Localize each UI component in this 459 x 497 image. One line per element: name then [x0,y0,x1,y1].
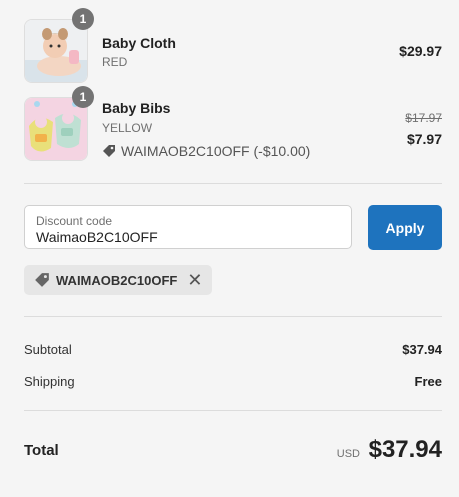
product-name: Baby Bibs [102,100,171,116]
discount-code-input[interactable]: WaimaoB2C10OFF [36,229,158,245]
total-label: Total [24,442,59,459]
shipping-label: Shipping [24,374,75,389]
applied-discount-chip: WAIMAOB2C10OFF ✕ [24,265,213,295]
subtotal-value: $37.94 [402,342,442,357]
product-variant: YELLOW [102,121,153,135]
discount-code-field[interactable]: Discount code WaimaoB2C10OFF [24,205,352,249]
quantity-badge: 1 [72,8,94,30]
total-amount: $37.94 [368,436,442,463]
product-name: Baby Cloth [102,35,176,51]
divider [24,316,442,317]
product-price: $7.97 [406,131,442,147]
line-item: 1 Baby Bibs YELLOW WAIMAOB2C10OFF (-$10.… [24,86,442,161]
tag-icon [35,273,49,287]
quantity-badge: 1 [72,86,94,108]
product-variant: RED [102,55,128,69]
shipping-value: Free [414,374,442,389]
remove-discount-icon[interactable]: ✕ [187,271,202,289]
order-summary: 1 Baby Cloth RED $29.97 1 Baby Bibs YELL… [0,0,459,497]
bibs-photo-icon [25,98,87,160]
item-discount-text: WAIMAOB2C10OFF (-$10.00) [121,143,311,159]
line-item: 1 Baby Cloth RED $29.97 [24,8,442,83]
compare-price: $17.97 [405,111,442,125]
baby-photo-icon [25,20,87,82]
applied-discount-code: WAIMAOB2C10OFF [56,272,178,288]
item-discount: WAIMAOB2C10OFF (-$10.00) [102,143,310,159]
divider [24,183,442,184]
product-price: $29.97 [399,43,442,59]
apply-button[interactable]: Apply [368,205,442,250]
subtotal-label: Subtotal [24,342,72,357]
divider [24,410,442,411]
discount-code-label: Discount code [36,214,113,228]
total-currency: USD [336,448,360,460]
tag-icon [103,145,115,157]
